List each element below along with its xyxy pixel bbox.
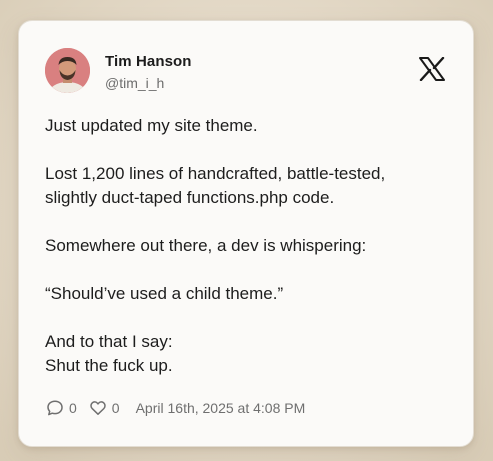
heart-icon[interactable] <box>89 399 107 417</box>
post-card: Tim Hanson @tim_i_h Just updated my site… <box>18 20 474 447</box>
post-footer: 0 0 April 16th, 2025 at 4:08 PM <box>46 399 305 417</box>
comment-count: 0 <box>69 400 77 416</box>
post-timestamp[interactable]: April 16th, 2025 at 4:08 PM <box>136 400 306 416</box>
post-line: And to that I say: <box>45 332 173 351</box>
comment-icon[interactable] <box>46 399 64 417</box>
post-line: “Should’ve used a child theme.” <box>45 284 284 303</box>
post-line: Lost 1,200 lines of handcrafted, battle-… <box>45 164 386 183</box>
author-handle[interactable]: @tim_i_h <box>105 75 164 91</box>
author-name[interactable]: Tim Hanson <box>105 53 192 70</box>
post-line: Just updated my site theme. <box>45 116 258 135</box>
like-count: 0 <box>111 400 120 416</box>
x-logo-icon[interactable] <box>419 57 445 81</box>
post-line: Shut the fuck up. <box>45 356 173 375</box>
post-line: Somewhere out there, a dev is whispering… <box>45 236 367 255</box>
avatar[interactable] <box>45 48 90 93</box>
avatar-photo <box>45 48 90 93</box>
post-body: Just updated my site theme. Lost 1,200 l… <box>45 114 455 378</box>
post-line: slightly duct-taped functions.php code. <box>45 188 335 207</box>
